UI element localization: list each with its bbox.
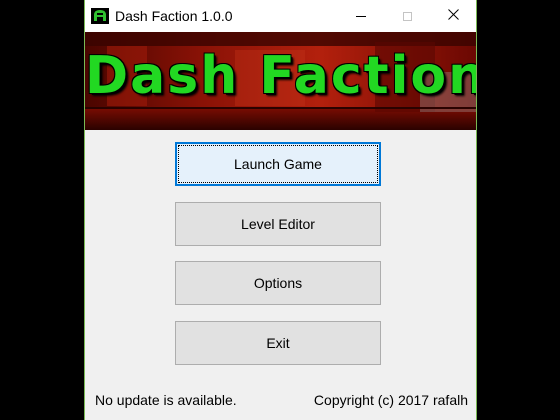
level-editor-label: Level Editor [241,216,315,232]
app-icon [91,8,109,24]
title-bar[interactable]: Dash Faction 1.0.0 [85,0,476,32]
update-status-text: No update is available. [95,392,237,408]
close-icon [447,7,459,25]
banner-logo-text: Dash Faction [85,46,476,106]
options-label: Options [253,275,303,291]
launch-game-button[interactable]: Launch Game [175,142,381,186]
launcher-window: Dash Faction 1.0.0 Dash Faction Launch G… [84,0,477,420]
exit-label: Exit [266,335,290,351]
level-editor-button[interactable]: Level Editor [175,202,381,246]
focus-indicator [178,145,378,183]
options-button[interactable]: Options [175,261,381,305]
minimize-icon [356,15,366,17]
banner-image: Dash Faction [85,32,476,130]
exit-button[interactable]: Exit [175,321,381,365]
minimize-button[interactable] [338,0,384,32]
close-button[interactable] [430,0,476,32]
window-title: Dash Faction 1.0.0 [115,8,233,24]
maximize-button[interactable] [384,0,430,32]
copyright-text: Copyright (c) 2017 rafalh [313,392,468,408]
maximize-icon [402,11,412,21]
